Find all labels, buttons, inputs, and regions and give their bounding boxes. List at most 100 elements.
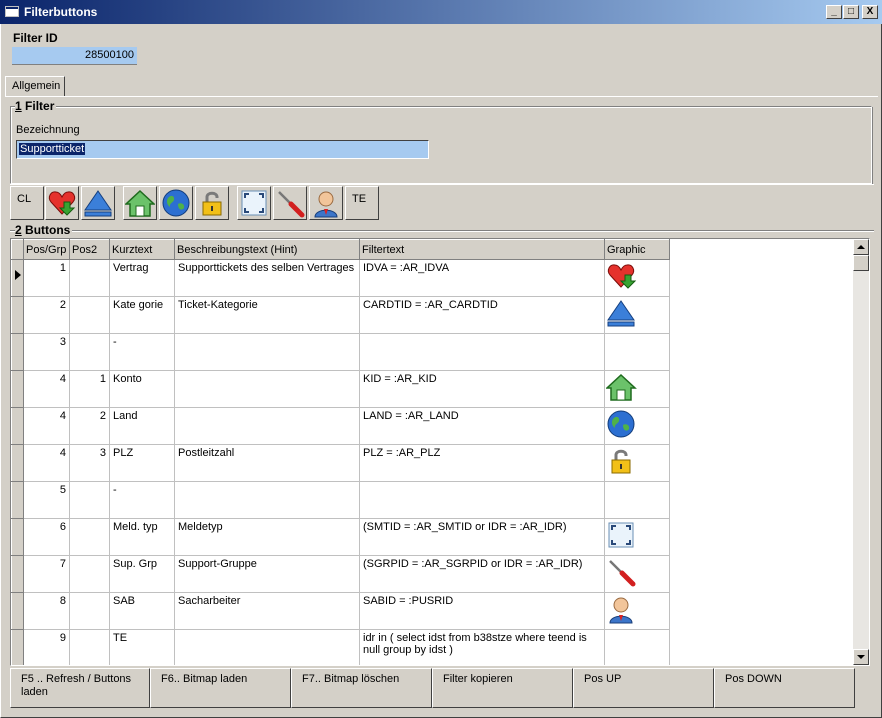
- cell-posgrp[interactable]: 3: [23, 333, 70, 371]
- cell-hint[interactable]: Ticket-Kategorie: [174, 296, 360, 334]
- cell-hint[interactable]: [174, 333, 360, 371]
- cell-posgrp[interactable]: 7: [23, 555, 70, 593]
- toolbar-plz-button[interactable]: [195, 186, 229, 220]
- toolbar-meldtyp-button[interactable]: [237, 186, 271, 220]
- cell-graphic[interactable]: [604, 629, 670, 665]
- cell-kurztext[interactable]: -: [109, 333, 175, 371]
- grid-vertical-scrollbar[interactable]: [853, 239, 869, 665]
- cell-hint[interactable]: Meldetyp: [174, 518, 360, 556]
- cell-filtertext[interactable]: IDVA = :AR_IDVA: [359, 259, 605, 297]
- scroll-up-button[interactable]: [853, 239, 869, 255]
- cell-pos2[interactable]: [69, 296, 110, 334]
- table-row[interactable]: 4 1 Konto KID = :AR_KID: [11, 370, 670, 408]
- cell-graphic[interactable]: [604, 259, 670, 297]
- cell-graphic[interactable]: [604, 444, 670, 482]
- table-row[interactable]: 9 TE idr in ( select idst from b38stze whe…: [11, 629, 670, 665]
- cell-pos2[interactable]: [69, 592, 110, 630]
- cell-pos2[interactable]: [69, 518, 110, 556]
- cell-graphic[interactable]: [604, 481, 670, 519]
- row-indicator[interactable]: [11, 592, 24, 630]
- col-header-filtertext[interactable]: Filtertext: [359, 239, 605, 260]
- pos-down-button[interactable]: Pos DOWN: [714, 668, 855, 708]
- cell-filtertext[interactable]: (SMTID = :AR_SMTID or IDR = :AR_IDR): [359, 518, 605, 556]
- cell-hint[interactable]: [174, 481, 360, 519]
- cell-pos2[interactable]: 2: [69, 407, 110, 445]
- cell-graphic[interactable]: [604, 370, 670, 408]
- cell-graphic[interactable]: [604, 555, 670, 593]
- tab-allgemein[interactable]: Allgemein: [5, 76, 65, 97]
- row-indicator[interactable]: [11, 370, 24, 408]
- row-indicator[interactable]: [11, 518, 24, 556]
- toolbar-land-button[interactable]: [159, 186, 193, 220]
- minimize-button[interactable]: _: [826, 5, 842, 19]
- cell-pos2[interactable]: [69, 481, 110, 519]
- cell-posgrp[interactable]: 9: [23, 629, 70, 665]
- cell-pos2[interactable]: [69, 259, 110, 297]
- cell-hint[interactable]: [174, 407, 360, 445]
- row-indicator[interactable]: [11, 407, 24, 445]
- cell-filtertext[interactable]: [359, 333, 605, 371]
- cell-pos2[interactable]: 3: [69, 444, 110, 482]
- cell-kurztext[interactable]: SAB: [109, 592, 175, 630]
- cell-kurztext[interactable]: PLZ: [109, 444, 175, 482]
- refresh-buttons-button[interactable]: F5 .. Refresh / Buttons laden: [10, 668, 150, 708]
- scroll-thumb[interactable]: [853, 255, 869, 271]
- row-indicator[interactable]: [11, 481, 24, 519]
- table-row[interactable]: 1 Vertrag Supporttickets des selben Vertra…: [11, 259, 670, 297]
- toolbar-konto-button[interactable]: [123, 186, 157, 220]
- cell-hint[interactable]: [174, 629, 360, 665]
- filter-kopieren-button[interactable]: Filter kopieren: [432, 668, 573, 708]
- cell-kurztext[interactable]: Konto: [109, 370, 175, 408]
- title-bar[interactable]: Filterbuttons _ □ X: [0, 0, 882, 24]
- toolbar-sab-button[interactable]: [309, 186, 343, 220]
- bezeichnung-input[interactable]: Supportticket: [16, 140, 429, 159]
- cell-filtertext[interactable]: CARDTID = :AR_CARDTID: [359, 296, 605, 334]
- col-header-pos2[interactable]: Pos2: [69, 239, 110, 260]
- close-button[interactable]: X: [862, 5, 878, 19]
- cell-kurztext[interactable]: Kate gorie: [109, 296, 175, 334]
- cell-graphic[interactable]: [604, 296, 670, 334]
- cell-posgrp[interactable]: 8: [23, 592, 70, 630]
- maximize-button[interactable]: □: [843, 5, 859, 19]
- cell-kurztext[interactable]: Vertrag: [109, 259, 175, 297]
- cell-posgrp[interactable]: 4: [23, 444, 70, 482]
- cell-pos2[interactable]: 1: [69, 370, 110, 408]
- cell-kurztext[interactable]: Meld. typ: [109, 518, 175, 556]
- cell-kurztext[interactable]: TE: [109, 629, 175, 665]
- cell-graphic[interactable]: [604, 592, 670, 630]
- row-indicator[interactable]: [11, 629, 24, 665]
- row-indicator[interactable]: [11, 555, 24, 593]
- cell-hint[interactable]: [174, 370, 360, 408]
- table-row[interactable]: 6 Meld. typ Meldetyp (SMTID = :AR_SMTID or …: [11, 518, 670, 556]
- table-row[interactable]: 8 SAB Sacharbeiter SABID = :PUSRID: [11, 592, 670, 630]
- row-indicator[interactable]: [11, 296, 24, 334]
- bitmap-laden-button[interactable]: F6.. Bitmap laden: [150, 668, 291, 708]
- cell-pos2[interactable]: [69, 629, 110, 665]
- col-header-graphic[interactable]: Graphic: [604, 239, 670, 260]
- cl-button[interactable]: CL: [10, 186, 44, 220]
- cell-graphic[interactable]: [604, 333, 670, 371]
- cell-hint[interactable]: Supporttickets des selben Vertrages: [174, 259, 360, 297]
- col-header-kurztext[interactable]: Kurztext: [109, 239, 175, 260]
- table-row[interactable]: 2 Kate gorie Ticket-Kategorie CARDTID = :AR…: [11, 296, 670, 334]
- cell-hint[interactable]: Postleitzahl: [174, 444, 360, 482]
- cell-posgrp[interactable]: 4: [23, 370, 70, 408]
- cell-filtertext[interactable]: SABID = :PUSRID: [359, 592, 605, 630]
- toolbar-supgrp-button[interactable]: [273, 186, 307, 220]
- row-indicator[interactable]: [11, 444, 24, 482]
- cell-filtertext[interactable]: KID = :AR_KID: [359, 370, 605, 408]
- cell-pos2[interactable]: [69, 333, 110, 371]
- cell-graphic[interactable]: [604, 407, 670, 445]
- cell-posgrp[interactable]: 6: [23, 518, 70, 556]
- cell-posgrp[interactable]: 2: [23, 296, 70, 334]
- row-indicator[interactable]: [11, 259, 24, 297]
- cell-kurztext[interactable]: Land: [109, 407, 175, 445]
- cell-filtertext[interactable]: (SGRPID = :AR_SGRPID or IDR = :AR_IDR): [359, 555, 605, 593]
- table-row[interactable]: 5-: [11, 481, 670, 519]
- row-indicator[interactable]: [11, 333, 24, 371]
- col-header-posgrp[interactable]: Pos/Grp: [23, 239, 70, 260]
- pos-up-button[interactable]: Pos UP: [573, 668, 714, 708]
- cell-pos2[interactable]: [69, 555, 110, 593]
- cell-posgrp[interactable]: 4: [23, 407, 70, 445]
- cell-filtertext[interactable]: LAND = :AR_LAND: [359, 407, 605, 445]
